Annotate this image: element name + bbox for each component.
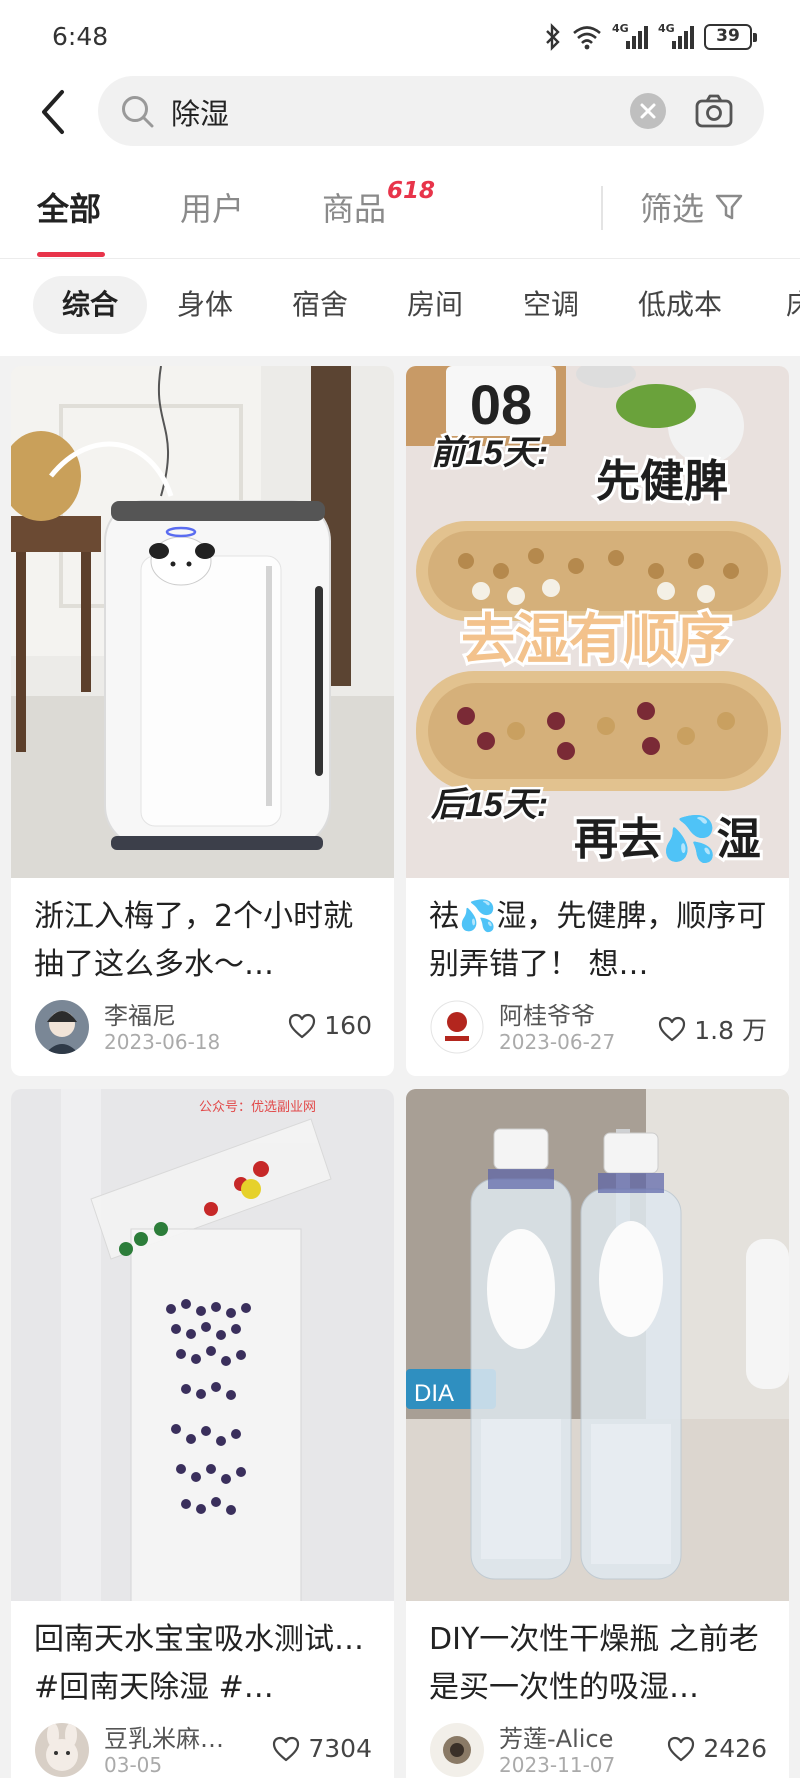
battery-icon: 39 [704,24,757,50]
box-label: DIA [414,1380,454,1407]
post-card[interactable]: DIA DIY一次性干燥瓶 之前老是买一次性的吸湿… 芳莲-Alice 2023… [406,1089,789,1778]
heart-icon [273,1736,300,1761]
network-type-1: 4G [612,21,629,35]
status-bar: 6:48 4G 4G 39 [0,0,800,72]
water-beads-photo: 公众号：优选副业网 [11,1089,394,1601]
like-count: 2426 [703,1734,767,1763]
desiccant-bottles-photo: DIA [406,1089,789,1601]
post-date: 2023-11-07 [499,1753,616,1777]
search-input[interactable]: 除湿 [98,76,764,146]
header-area: 6:48 4G 4G 39 除湿 全部 用户 商品 618 筛选 综合 身体 宿… [0,0,800,356]
like-button[interactable]: 7304 [272,1734,372,1763]
tab-users[interactable]: 用户 [180,184,244,230]
author-name[interactable]: 豆乳米麻… [104,1719,224,1754]
like-button[interactable]: 1.8 万 [658,1011,767,1047]
search-query: 除湿 [171,97,230,131]
author-name[interactable]: 芳莲-Alice [499,1719,613,1754]
tab-all[interactable]: 全部 [37,184,101,230]
chevron-left-icon [42,90,64,134]
chip-bed[interactable]: 床 [786,276,800,334]
close-icon [640,103,656,119]
avatar[interactable] [430,1723,484,1777]
post-date: 03-05 [104,1753,163,1777]
chip-body[interactable]: 身体 [177,276,233,334]
post-title: DIY一次性干燥瓶 之前老是买一次性的吸湿… [429,1622,759,1705]
active-tab-indicator [37,252,105,257]
chip-comprehensive[interactable]: 综合 [33,276,148,334]
author-name[interactable]: 阿桂爷爷 [499,996,595,1031]
image-caption-top-right: 先健脾 [596,457,728,506]
avatar[interactable] [430,1000,484,1054]
clear-search-button[interactable] [630,93,666,129]
post-title: 祛💦湿，先健脾，顺序可别弄错了！ 想… [429,899,767,982]
network-type-2: 4G [658,21,675,35]
post-card[interactable]: 浙江入梅了，2个小时就抽了这么多水～… 李福尼 2023-06-18 160 [11,366,394,1076]
image-caption-top-left: 前15天: [431,434,548,472]
avatar[interactable] [35,1723,89,1777]
status-icons: 4G 4G 39 [544,22,757,52]
chip-low-cost[interactable]: 低成本 [638,276,722,334]
wifi-icon [573,26,601,50]
tab-divider [601,186,603,230]
heart-icon [668,1736,695,1761]
signal-icon-1: 4G [612,22,648,49]
watermark-text: 公众号：优选副业网 [199,1099,316,1114]
herbal-trays-photo: 08 前15天: 先健脾 去湿有顺序 后15天: 再去💦湿 [406,366,789,878]
signal-icon-2: 4G [658,22,694,49]
promo-badge: 618 [387,178,436,204]
post-date: 2023-06-18 [104,1030,221,1054]
post-title: 浙江入梅了，2个小时就抽了这么多水～… [34,899,354,982]
back-button[interactable] [36,88,76,136]
filter-label: 筛选 [640,190,705,228]
camera-search-icon[interactable] [694,92,734,130]
image-caption-bottom-left: 后15天: [430,786,548,824]
tab-products[interactable]: 商品 [322,184,386,230]
filter-icon [715,194,743,220]
post-date: 2023-06-27 [499,1030,616,1054]
like-count: 7304 [308,1734,372,1763]
heart-icon [659,1016,686,1042]
filter-button[interactable]: 筛选 [640,184,744,230]
chip-room[interactable]: 房间 [407,276,463,334]
heart-icon [289,1013,316,1038]
author-name[interactable]: 李福尼 [104,996,176,1031]
image-caption-middle: 去湿有顺序 [461,610,731,670]
chip-dorm[interactable]: 宿舍 [292,276,348,334]
dehumidifier-photo [11,366,394,878]
search-icon [122,96,154,128]
like-button[interactable]: 2426 [667,1734,767,1763]
post-card[interactable]: 08 前15天: 先健脾 去湿有顺序 后15天: 再去💦湿 祛💦湿，先健脾，顺序… [406,366,789,1076]
divider [0,258,800,259]
avatar[interactable] [35,1000,89,1054]
like-button[interactable]: 160 [288,1011,372,1040]
like-count: 1.8 万 [694,1016,767,1045]
status-time: 6:48 [52,22,109,51]
bluetooth-icon [546,23,560,51]
sub-tab-bar: 综合 身体 宿舍 房间 空调 低成本 床 [0,276,800,336]
post-card[interactable]: 公众号：优选副业网 回南天水宝宝吸水测试…#回南天除湿 #… 豆乳米麻… 03-… [11,1089,394,1778]
chip-aircon[interactable]: 空调 [523,276,579,334]
like-count: 160 [324,1011,372,1040]
image-caption-bottom-right: 再去💦湿 [574,811,761,865]
post-title: 回南天水宝宝吸水测试…#回南天除湿 #… [34,1622,364,1705]
calendar-number: 08 [470,373,532,436]
